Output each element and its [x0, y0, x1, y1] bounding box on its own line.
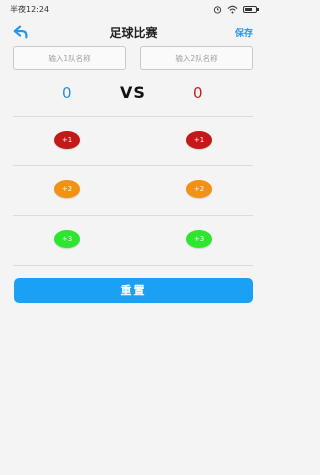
status-bar: 半夜12:24 [0, 0, 267, 18]
alarm-icon [213, 5, 222, 14]
team2-plus3-button[interactable]: +3 [186, 230, 212, 248]
divider [13, 165, 253, 166]
battery-icon [243, 5, 259, 13]
divider [13, 116, 253, 117]
status-time: 半夜12:24 [10, 4, 50, 14]
team1-name-input[interactable] [13, 46, 126, 70]
divider [13, 265, 253, 266]
team2-name-input[interactable] [140, 46, 253, 70]
team2-plus1-button[interactable]: +1 [186, 131, 212, 149]
team2-plus2-button[interactable]: +2 [186, 180, 212, 198]
team1-score: 0 [62, 84, 72, 102]
page-title: 足球比赛 [109, 26, 158, 40]
team2-score: 0 [193, 84, 203, 102]
vs-label: VS [120, 83, 146, 102]
save-button[interactable]: 保存 [235, 26, 253, 39]
reset-button[interactable]: 重置 [14, 278, 253, 303]
divider [13, 215, 253, 216]
team1-plus3-button[interactable]: +3 [54, 230, 80, 248]
battery-fill [245, 7, 252, 11]
team1-plus1-button[interactable]: +1 [54, 131, 80, 149]
wifi-icon [227, 5, 238, 13]
status-icons [213, 5, 259, 14]
app-screen: 半夜12:24 足球比赛 保存 0 VS [0, 0, 267, 475]
nav-bar: 足球比赛 保存 [0, 20, 267, 46]
team1-plus2-button[interactable]: +2 [54, 180, 80, 198]
